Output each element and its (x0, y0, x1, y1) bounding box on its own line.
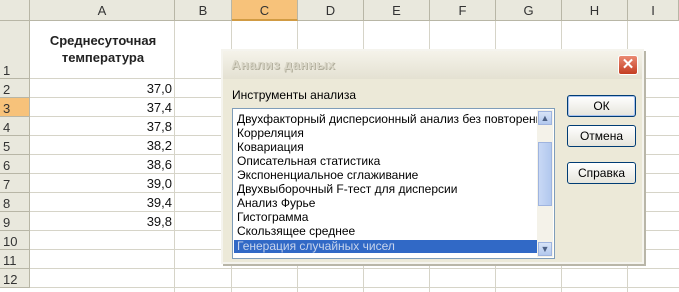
gridline (30, 268, 679, 269)
select-all-corner[interactable] (0, 0, 30, 21)
column-header-b[interactable]: B (175, 0, 232, 21)
close-icon[interactable]: ✕ (618, 55, 638, 75)
scroll-down-icon[interactable]: ▼ (538, 242, 552, 256)
tools-listbox[interactable]: Двухфакторный дисперсионный анализ без п… (232, 108, 555, 259)
column-header-e[interactable]: E (364, 0, 430, 21)
column-header-h[interactable]: H (562, 0, 628, 21)
scroll-up-icon[interactable]: ▲ (538, 111, 552, 125)
column-header-g[interactable]: G (496, 0, 562, 21)
cell-a3[interactable]: 37,4 (31, 98, 172, 117)
cell-a1-header[interactable]: Среднесуточная температура (31, 22, 175, 78)
list-item[interactable]: Описательная статистика (237, 155, 380, 168)
row-header-10[interactable]: 10 (0, 231, 30, 250)
list-item[interactable]: Анализ Фурье (237, 197, 315, 210)
row-header-12[interactable]: 12 (0, 269, 30, 288)
cell-a7[interactable]: 39,0 (31, 174, 172, 193)
row-header-2[interactable]: 2 (0, 79, 30, 98)
dialog-titlebar[interactable]: Анализ данных ✕ (223, 51, 642, 79)
list-item[interactable]: Ковариация (237, 141, 304, 154)
cell-a2[interactable]: 37,0 (31, 79, 172, 98)
cell-a8[interactable]: 39,4 (31, 193, 172, 212)
data-analysis-dialog: Анализ данных ✕ Инструменты анализа Двух… (221, 49, 644, 264)
tools-label: Инструменты анализа (232, 88, 357, 102)
gridline (30, 287, 679, 288)
help-button[interactable]: Справка (567, 162, 636, 184)
list-item[interactable]: Экспоненциальное сглаживание (237, 169, 418, 182)
column-header-c[interactable]: C (232, 0, 298, 21)
column-header-i[interactable]: I (628, 0, 679, 21)
list-item[interactable]: Двухфакторный дисперсионный анализ без п… (237, 113, 549, 126)
cell-a6[interactable]: 38,6 (31, 155, 172, 174)
cell-a5[interactable]: 38,2 (31, 136, 172, 155)
list-item[interactable]: Скользящее среднее (237, 225, 355, 238)
list-item[interactable]: Гистограмма (237, 211, 308, 224)
row-header-8[interactable]: 8 (0, 193, 30, 212)
column-header-f[interactable]: F (430, 0, 496, 21)
row-header-6[interactable]: 6 (0, 155, 30, 174)
row-header-11[interactable]: 11 (0, 250, 30, 269)
row-header-7[interactable]: 7 (0, 174, 30, 193)
scroll-thumb[interactable] (538, 142, 552, 206)
row-header-4[interactable]: 4 (0, 117, 30, 136)
column-header-a[interactable]: A (30, 0, 175, 21)
column-header-d[interactable]: D (298, 0, 364, 21)
row-header-1[interactable]: 1 (0, 21, 30, 79)
cancel-button[interactable]: Отмена (567, 125, 636, 147)
row-header-5[interactable]: 5 (0, 136, 30, 155)
list-item[interactable]: Корреляция (237, 127, 304, 140)
dialog-title: Анализ данных (231, 57, 336, 72)
list-item[interactable]: Двухвыборочный F-тест для дисперсии (237, 183, 457, 196)
ok-button[interactable]: ОК (567, 95, 636, 117)
row-header-9[interactable]: 9 (0, 212, 30, 231)
cell-a4[interactable]: 37,8 (31, 117, 172, 136)
cell-a9[interactable]: 39,8 (31, 212, 172, 231)
list-item-selected[interactable]: Генерация случайных чисел (234, 240, 538, 253)
row-header-3[interactable]: 3 (0, 98, 30, 117)
list-scrollbar[interactable]: ▲ ▼ (537, 110, 553, 257)
